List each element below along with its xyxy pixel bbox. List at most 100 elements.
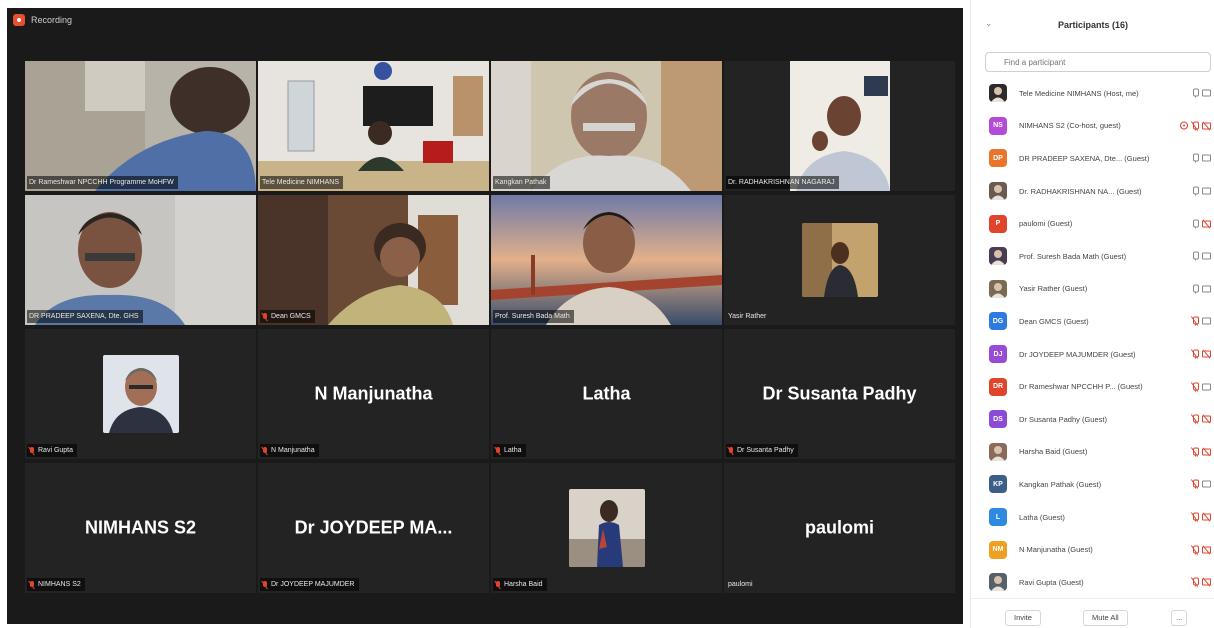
name-plate: paulomi	[728, 581, 753, 588]
video-tile[interactable]: Prof. Suresh Bada Math	[491, 195, 722, 325]
participant-row[interactable]: Dr. RADHAKRISHNAN NA... (Guest)	[971, 175, 1214, 208]
video-tile[interactable]: Dr. RADHAKRISHNAN NAGARAJ	[724, 61, 955, 191]
video-icon[interactable]	[1202, 154, 1211, 162]
participant-row[interactable]: Prof. Suresh Bada Math (Guest)	[971, 240, 1214, 273]
participant-row[interactable]: NM N Manjunatha (Guest)	[971, 533, 1214, 566]
mic-icon[interactable]	[1192, 186, 1199, 196]
video-feed	[491, 61, 722, 191]
participant-row[interactable]: DR Dr Rameshwar NPCCHH P... (Guest)	[971, 370, 1214, 403]
muted-mic-icon[interactable]	[1190, 479, 1199, 490]
video-tile[interactable]: Kangkan Pathak	[491, 61, 722, 191]
video-off-icon[interactable]	[1202, 546, 1211, 554]
participant-photo	[801, 223, 878, 297]
mic-icon[interactable]	[1192, 88, 1199, 98]
muted-mic-icon[interactable]	[1190, 349, 1199, 359]
muted-mic-icon[interactable]	[1190, 121, 1199, 131]
muted-mic-icon	[495, 580, 501, 589]
muted-mic-icon	[728, 446, 734, 455]
participant-row[interactable]: DG Dean GMCS (Guest)	[971, 305, 1214, 338]
participant-photo	[568, 489, 645, 567]
video-off-icon[interactable]	[1202, 513, 1211, 521]
video-tile[interactable]: N Manjunatha N Manjunatha	[258, 329, 489, 459]
video-tile-active-speaker[interactable]: DR PRADEEP SAXENA, Dte. GHS	[25, 195, 256, 325]
video-tile[interactable]: Dean GMCS	[258, 195, 489, 325]
participant-row[interactable]: DJ Dr JOYDEEP MAJUMDER (Guest)	[971, 338, 1214, 371]
participant-status-icons	[1192, 186, 1211, 196]
participant-status-icons	[1190, 479, 1211, 490]
video-tile[interactable]: Ravi Gupta	[25, 329, 256, 459]
video-tile[interactable]: NIMHANS S2 NIMHANS S2	[25, 463, 256, 593]
video-off-icon[interactable]	[1202, 415, 1211, 423]
video-off-icon[interactable]	[1202, 578, 1211, 586]
video-icon[interactable]	[1202, 480, 1211, 488]
participant-status-icons	[1190, 349, 1211, 359]
mic-icon[interactable]	[1192, 251, 1199, 261]
muted-mic-icon[interactable]	[1190, 447, 1199, 457]
video-tile[interactable]: Tele Medicine NIMHANS	[258, 61, 489, 191]
participant-search-input[interactable]	[985, 52, 1211, 72]
participant-status-icons	[1190, 447, 1211, 457]
participant-row[interactable]: L Latha (Guest)	[971, 501, 1214, 534]
participant-row[interactable]: KP Kangkan Pathak (Guest)	[971, 468, 1214, 501]
mic-icon[interactable]	[1192, 219, 1199, 229]
video-off-icon[interactable]	[1202, 448, 1211, 456]
name-plate: Dr JOYDEEP MAJUMDER	[260, 578, 359, 591]
name-plate: Yasir Rather	[728, 313, 767, 320]
panel-footer: Invite Mute All ...	[971, 598, 1214, 628]
participant-row[interactable]: NS NIMHANS S2 (Co-host, guest)	[971, 110, 1214, 143]
more-options-button[interactable]: ...	[1171, 610, 1188, 626]
muted-mic-icon[interactable]	[1190, 414, 1199, 425]
video-icon[interactable]	[1202, 187, 1211, 195]
recording-indicator[interactable]: Recording	[13, 14, 72, 26]
video-icon[interactable]	[1202, 252, 1211, 260]
name-plate: Kangkan Pathak	[493, 176, 551, 189]
mic-icon[interactable]	[1192, 284, 1199, 294]
video-tile[interactable]: Yasir Rather	[724, 195, 955, 325]
avatar: DJ	[989, 345, 1007, 364]
participant-name: paulomi (Guest)	[1019, 219, 1073, 229]
mic-icon[interactable]	[1192, 153, 1199, 163]
video-icon[interactable]	[1202, 285, 1211, 293]
panel-header: ⌄ Participants (16)	[971, 0, 1214, 44]
muted-mic-icon	[29, 446, 35, 455]
video-tile[interactable]: Dr Susanta Padhy Dr Susanta Padhy	[724, 329, 955, 459]
participant-row[interactable]: Ravi Gupta (Guest)	[971, 566, 1214, 599]
video-tile[interactable]: Dr JOYDEEP MA... Dr JOYDEEP MAJUMDER	[258, 463, 489, 593]
participant-name: DR PRADEEP SAXENA, Dte... (Guest)	[1019, 153, 1150, 163]
participant-row[interactable]: DS Dr Susanta Padhy (Guest)	[971, 403, 1214, 436]
muted-mic-icon[interactable]	[1190, 316, 1199, 327]
muted-mic-icon[interactable]	[1190, 577, 1199, 587]
video-off-icon[interactable]	[1202, 350, 1211, 358]
participant-row[interactable]: Yasir Rather (Guest)	[971, 273, 1214, 306]
video-tile[interactable]: Latha Latha	[491, 329, 722, 459]
avatar: KP	[989, 475, 1007, 494]
muted-mic-icon[interactable]	[1190, 381, 1199, 392]
video-icon[interactable]	[1202, 89, 1211, 97]
video-off-icon[interactable]	[1202, 220, 1211, 228]
participant-row[interactable]: Tele Medicine NIMHANS (Host, me)	[971, 77, 1214, 110]
participant-name: N Manjunatha (Guest)	[1019, 545, 1093, 555]
video-tile[interactable]: Harsha Baid	[491, 463, 722, 593]
participant-row[interactable]: DP DR PRADEEP SAXENA, Dte... (Guest)	[971, 142, 1214, 175]
mute-all-button[interactable]: Mute All	[1083, 610, 1128, 626]
video-icon[interactable]	[1202, 383, 1211, 391]
participant-display-name: N Manjunatha	[314, 383, 433, 404]
recording-icon	[13, 14, 25, 26]
participant-status-icons	[1192, 251, 1211, 261]
video-icon[interactable]	[1202, 317, 1211, 325]
participant-row[interactable]: Harsha Baid (Guest)	[971, 436, 1214, 469]
video-tile[interactable]: paulomi paulomi	[724, 463, 955, 593]
participant-status-icons	[1190, 414, 1211, 425]
participant-name: Dr Rameshwar NPCCHH P... (Guest)	[1019, 382, 1143, 392]
muted-mic-icon	[262, 312, 268, 321]
participant-status-icons	[1192, 88, 1211, 98]
video-tile[interactable]: Dr Rameshwar NPCCHH Programme MoHFW	[25, 61, 256, 191]
participants-panel: ⌄ Participants (16) Tele Medicine NIMHAN…	[970, 0, 1214, 628]
muted-mic-icon[interactable]	[1190, 512, 1199, 522]
muted-mic-icon[interactable]	[1190, 544, 1199, 555]
video-feed	[491, 195, 722, 325]
participant-row[interactable]: Ppaulomi (Guest)	[971, 207, 1214, 240]
invite-button[interactable]: Invite	[1005, 610, 1041, 626]
video-off-icon[interactable]	[1202, 122, 1211, 130]
participant-name: Latha (Guest)	[1019, 512, 1065, 522]
